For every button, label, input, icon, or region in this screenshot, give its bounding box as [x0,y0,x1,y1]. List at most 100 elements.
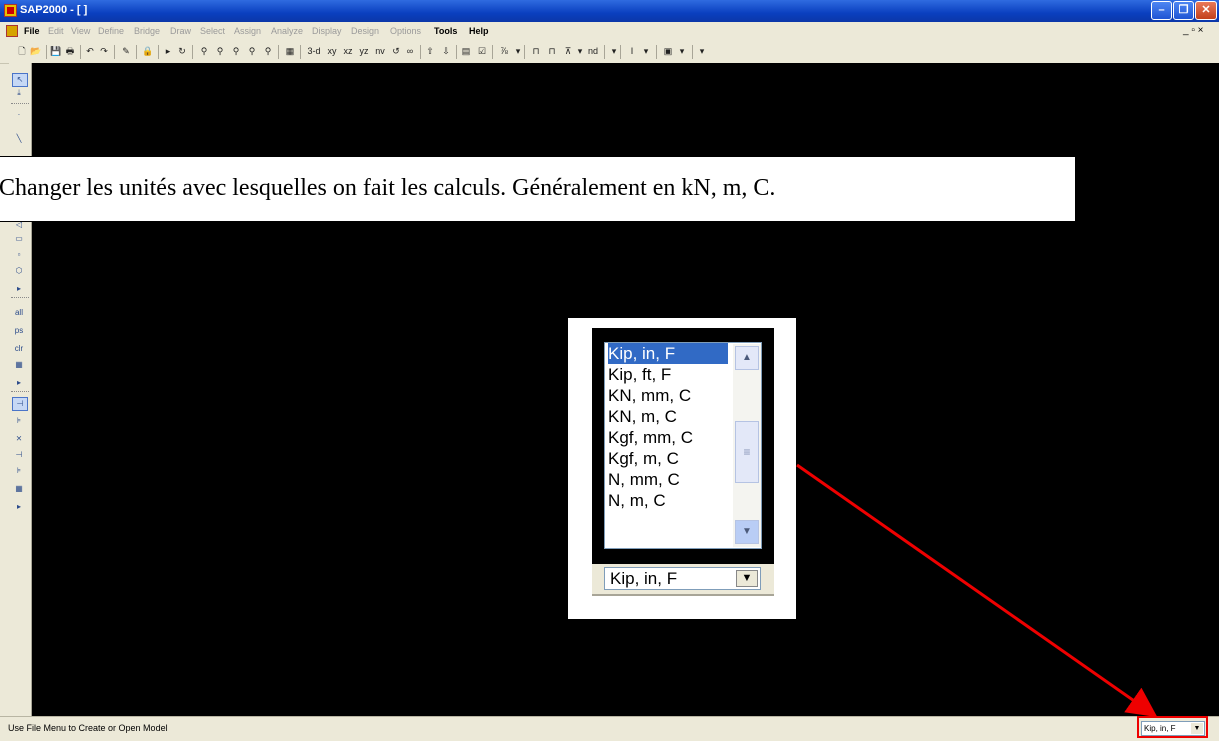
snap-lines-icon[interactable]: ⊧ [12,465,26,477]
frames-icon[interactable]: ⊓ [546,45,558,57]
units-combo-zoomed[interactable]: Kip, in, F ▼ [604,567,761,590]
menu-tools[interactable]: Tools [434,26,457,36]
draw-rectangle-icon[interactable]: ▭ [12,233,26,245]
menu-assign[interactable]: Assign [234,26,261,36]
units-option[interactable]: N, m, C [608,490,666,511]
frame-icon[interactable]: ⊓ [530,45,542,57]
refresh-icon[interactable]: ↻ [176,45,188,57]
expand-icon[interactable]: ▸ [12,501,26,513]
nd-button[interactable]: nd [586,45,600,57]
snap-joints-icon[interactable]: ⊣ [12,397,28,411]
menu-view[interactable]: View [71,26,90,36]
units-option[interactable]: Kgf, m, C [608,448,679,469]
scroll-up-icon[interactable]: ▲ [735,346,759,370]
checkbox-icon[interactable]: ☑ [476,45,488,57]
select-all-button[interactable]: all [12,307,26,319]
menu-edit[interactable]: Edit [48,26,64,36]
dropdown-icon[interactable]: ▾ [574,45,586,57]
menu-define[interactable]: Define [98,26,124,36]
menu-design[interactable]: Design [351,26,379,36]
toolbar-overflow-icon[interactable]: ▾ [608,45,620,57]
listbox-scrollbar[interactable]: ▲ ≡ ▼ [733,344,761,547]
view-3d-button[interactable]: 3-d [306,45,322,57]
scroll-thumb[interactable]: ≡ [735,421,759,483]
move-up-icon[interactable]: ⇧ [424,45,436,57]
move-down-icon[interactable]: ⇩ [440,45,452,57]
grid-icon[interactable]: ▤ [460,45,472,57]
display-icon[interactable]: ▣ [662,45,674,57]
sap2000-app-icon[interactable] [4,4,17,17]
mdi-controls[interactable]: _ ▫ × [1183,25,1204,36]
chevron-down-icon[interactable]: ▼ [736,570,758,587]
clear-select-button[interactable]: clr [12,343,26,355]
units-option[interactable]: KN, mm, C [608,385,691,406]
lock-icon[interactable]: 🔒 [142,45,154,57]
expand-icon[interactable]: ▸ [12,377,26,389]
minimize-button[interactable]: – [1151,1,1172,20]
save-icon[interactable]: 💾 [50,45,62,57]
pan-icon[interactable]: ⚲ [262,45,274,57]
units-option[interactable]: Kip, ft, F [608,364,671,385]
toolbar-separator [300,45,301,59]
units-option[interactable]: Kgf, mm, C [608,427,693,448]
menu-display[interactable]: Display [312,26,342,36]
pencil-icon[interactable]: ✎ [120,45,132,57]
snap-fine-grid-icon[interactable]: ▦ [12,483,26,495]
zoom-out-icon[interactable]: ⚲ [246,45,258,57]
view-xy-button[interactable]: xy [326,45,338,57]
fraction-icon[interactable]: ⅞ [498,45,510,57]
zoom-window-icon[interactable]: ⚲ [198,45,210,57]
draw-solid-icon[interactable]: ⬡ [12,265,26,277]
units-listbox[interactable]: Kip, in, F Kip, ft, F KN, mm, C KN, m, C… [604,342,762,549]
view-xz-button[interactable]: xz [342,45,354,57]
menu-select[interactable]: Select [200,26,225,36]
intersecting-line-icon[interactable]: ▦ [12,359,26,371]
redo-icon[interactable]: ↷ [98,45,110,57]
toolbar-separator [620,45,621,59]
menu-help[interactable]: Help [469,26,489,36]
rotate-icon[interactable]: ↺ [390,45,402,57]
truss-icon[interactable]: ⊼ [562,45,574,57]
snap-perpendicular-icon[interactable]: ⊣ [12,449,26,461]
draw-point-icon[interactable]: · [12,109,26,121]
toolbar-overflow-icon[interactable]: ▾ [696,45,708,57]
pointer-icon[interactable]: ↖ [12,73,28,87]
dropdown-icon[interactable]: ▾ [640,45,652,57]
menu-options[interactable]: Options [390,26,421,36]
draw-area-icon[interactable]: ▫ [12,249,26,261]
view-nv-button[interactable]: nv [374,45,386,57]
view-yz-button[interactable]: yz [358,45,370,57]
previous-select-button[interactable]: ps [12,325,26,337]
toolbar-overflow-icon[interactable]: ▾ [512,45,524,57]
zoom-in-icon[interactable]: ⚲ [230,45,242,57]
scroll-down-icon[interactable]: ▼ [735,520,759,544]
menu-analyze[interactable]: Analyze [271,26,303,36]
units-option[interactable]: Kip, in, F [608,343,728,364]
zoom-restore-icon[interactable]: ⚲ [214,45,226,57]
reshaper-icon[interactable]: ⤓ [12,87,26,99]
maximize-button[interactable]: ❐ [1173,1,1194,20]
menu-file[interactable]: File [24,26,40,36]
new-file-icon[interactable]: 🗋 [16,45,28,57]
snap-ends-icon[interactable]: ⊧ [12,415,26,427]
perspective-icon[interactable]: ∞ [404,45,416,57]
toolbar-separator [11,391,29,393]
close-button[interactable]: ✕ [1195,1,1217,20]
draw-line-icon[interactable]: ╲ [12,133,26,145]
units-dropdown-zoom: Kip, in, F Kip, ft, F KN, mm, C KN, m, C… [568,318,796,619]
expand-icon[interactable]: ▸ [12,283,26,295]
menu-bridge[interactable]: Bridge [134,26,160,36]
dropdown-icon[interactable]: ▾ [676,45,688,57]
open-file-icon[interactable]: 📂 [30,45,42,57]
undo-icon[interactable]: ↶ [84,45,96,57]
print-setup-icon[interactable]: 🖶 [64,45,76,57]
set-view-icon[interactable]: ▦ [284,45,296,57]
units-option[interactable]: KN, m, C [608,406,677,427]
units-option[interactable]: N, mm, C [608,469,680,490]
title-bar: SAP2000 - [ ] – ❐ ✕ [0,0,1219,22]
section-icon[interactable]: I [626,45,638,57]
run-icon[interactable]: ▸ [162,45,174,57]
menu-draw[interactable]: Draw [170,26,191,36]
document-icon[interactable] [6,25,18,37]
snap-intersections-icon[interactable]: ⨯ [12,433,26,445]
